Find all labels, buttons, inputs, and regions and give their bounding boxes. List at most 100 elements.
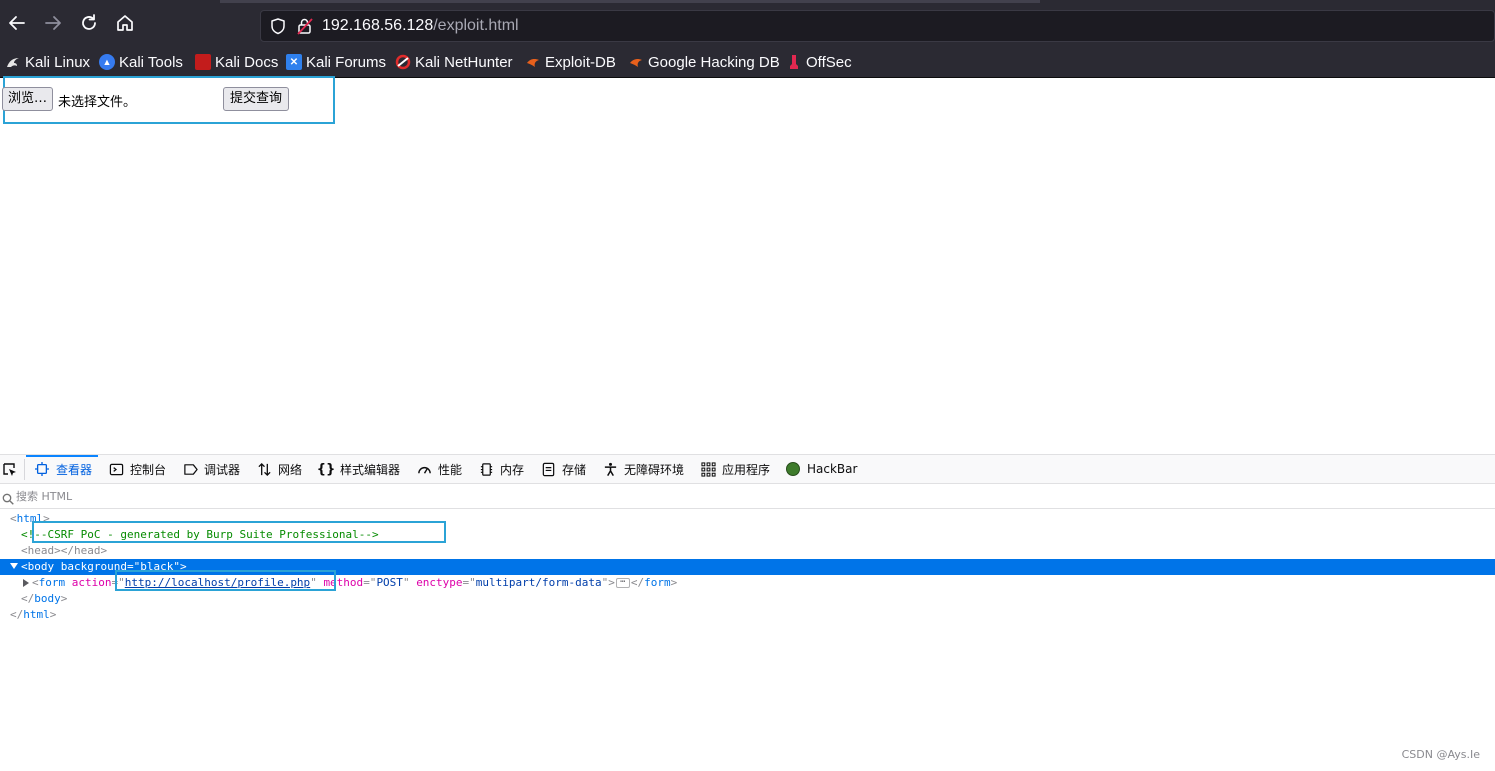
devtools-tab-bar: 查看器 控制台 调试器 网络 {} 样式编辑器 性能 内存 存储 无障碍环境 应… [0,455,1495,484]
tab-storage[interactable]: 存储 [540,455,586,483]
back-arrow-icon [9,16,25,30]
bookmark-label: Kali Forums [306,53,387,71]
reload-button[interactable] [78,12,100,34]
browse-file-button[interactable]: 浏览… [2,87,54,111]
bookmark-label: Exploit-DB [545,53,616,71]
performance-icon [416,461,432,477]
bookmark-kali-tools[interactable]: ▲ Kali Tools [99,52,183,72]
bookmark-kali-nethunter[interactable]: Kali NetHunter [395,52,513,72]
tab-label: 网络 [278,462,303,477]
insecure-lock-icon[interactable] [297,17,313,35]
tab-label: 查看器 [56,462,93,477]
bookmark-kali-linux[interactable]: Kali Linux [5,52,90,72]
url-bar[interactable]: 192.168.56.128/exploit.html [260,10,1495,42]
tab-performance[interactable]: 性能 [416,455,462,483]
network-icon [256,461,272,477]
kali-dragon-icon [5,54,21,70]
bookmark-kali-docs[interactable]: Kali Docs [195,52,278,72]
bookmark-label: Google Hacking DB [648,53,780,71]
bookmark-label: Kali Linux [25,53,91,71]
tab-debugger[interactable]: 调试器 [182,455,240,483]
tracking-shield-icon[interactable] [269,17,287,35]
element-picker-icon[interactable] [2,462,18,478]
tab-console[interactable]: 控制台 [108,455,166,483]
debugger-icon [182,461,198,477]
tab-label: 无障碍环境 [624,462,685,477]
tag-name: body [27,560,55,573]
markup-line-head[interactable]: <head></head> [0,543,1495,559]
tab-label: 样式编辑器 [340,462,401,477]
attr-value: multipart/form-data [475,576,602,589]
home-icon [117,15,133,31]
kali-tools-icon: ▲ [99,54,115,70]
application-icon [700,461,716,477]
attr-value: POST [376,576,403,589]
bookmark-kali-forums[interactable]: ✕ Kali Forums [286,52,386,72]
reload-icon [82,14,96,30]
bookmark-exploit-db[interactable]: Exploit-DB [525,52,616,72]
browser-toolbar: 192.168.56.128/exploit.html [0,0,1495,44]
markup-line-body-close[interactable]: </body> [0,591,1495,607]
html-search-input[interactable] [16,488,616,505]
offsec-icon [786,54,802,70]
exploit-db-icon [525,54,541,70]
collapsed-content-ellipsis[interactable]: ⋯ [615,578,630,588]
comment-highlight-box [32,521,446,543]
bookmark-label: Kali Docs [215,53,279,71]
hackbar-icon [786,462,800,476]
watermark: CSDN @Ays.Ie [1401,748,1480,761]
submit-query-button[interactable]: 提交查询 [223,87,290,111]
kali-docs-icon [195,54,211,70]
tab-label: 调试器 [204,462,241,477]
bookmarks-bar: Kali Linux ▲ Kali Tools Kali Docs ✕ Kali… [0,44,1495,78]
collapse-triangle-icon[interactable] [10,563,18,569]
action-highlight-box [115,570,336,591]
markup-view: <html> <!--CSRF PoC - generated by Burp … [0,511,1495,751]
tab-strip-edge [220,0,1040,3]
kali-forums-icon: ✕ [286,54,302,70]
forward-arrow-icon [45,16,61,30]
page-content: 浏览… 未选择文件。 提交查询 [0,76,1495,454]
console-icon [108,461,124,477]
search-icon [2,490,14,505]
bookmark-label: Kali NetHunter [415,53,513,71]
html-search-bar [0,484,1495,509]
tag-name: html [23,608,50,621]
devtools-panel: 查看器 控制台 调试器 网络 {} 样式编辑器 性能 内存 存储 无障碍环境 应… [0,454,1495,771]
bookmark-label: OffSec [806,53,852,71]
tab-accessibility[interactable]: 无障碍环境 [602,455,684,483]
accessibility-icon [602,461,618,477]
storage-icon [540,461,556,477]
bookmark-offsec[interactable]: OffSec [786,52,852,72]
url-path: /exploit.html [433,17,519,34]
tag-name: form [38,576,66,589]
markup-line-html-close[interactable]: </html> [0,607,1495,623]
forward-button[interactable] [42,12,64,34]
tab-label: 内存 [500,462,525,477]
attr-name: enctype [416,576,463,589]
memory-icon [478,461,494,477]
tag-name: form [644,576,671,589]
toolbar-separator [24,459,25,480]
no-file-selected-label: 未选择文件。 [58,95,137,110]
style-editor-icon: {} [316,461,336,477]
tag-name: body [34,592,61,605]
tab-label: 应用程序 [722,462,771,477]
tab-network[interactable]: 网络 [256,455,302,483]
expand-triangle-icon[interactable] [23,579,29,587]
attr-name: action [71,576,112,589]
home-button[interactable] [114,12,136,34]
tab-application[interactable]: 应用程序 [700,455,770,483]
tab-style-editor[interactable]: {} 样式编辑器 [316,455,401,483]
tab-label: HackBar [807,462,858,476]
bookmark-google-hacking-db[interactable]: Google Hacking DB [628,52,780,72]
tab-hackbar[interactable]: HackBar [786,455,857,483]
head-element: <head></head> [21,544,108,557]
tab-memory[interactable]: 内存 [478,455,524,483]
tab-label: 性能 [438,462,463,477]
back-button[interactable] [6,12,28,34]
tab-label: 控制台 [130,462,167,477]
kali-nethunter-icon [395,54,411,70]
url-text[interactable]: 192.168.56.128/exploit.html [322,17,519,35]
tab-inspector[interactable]: 查看器 [25,455,99,483]
